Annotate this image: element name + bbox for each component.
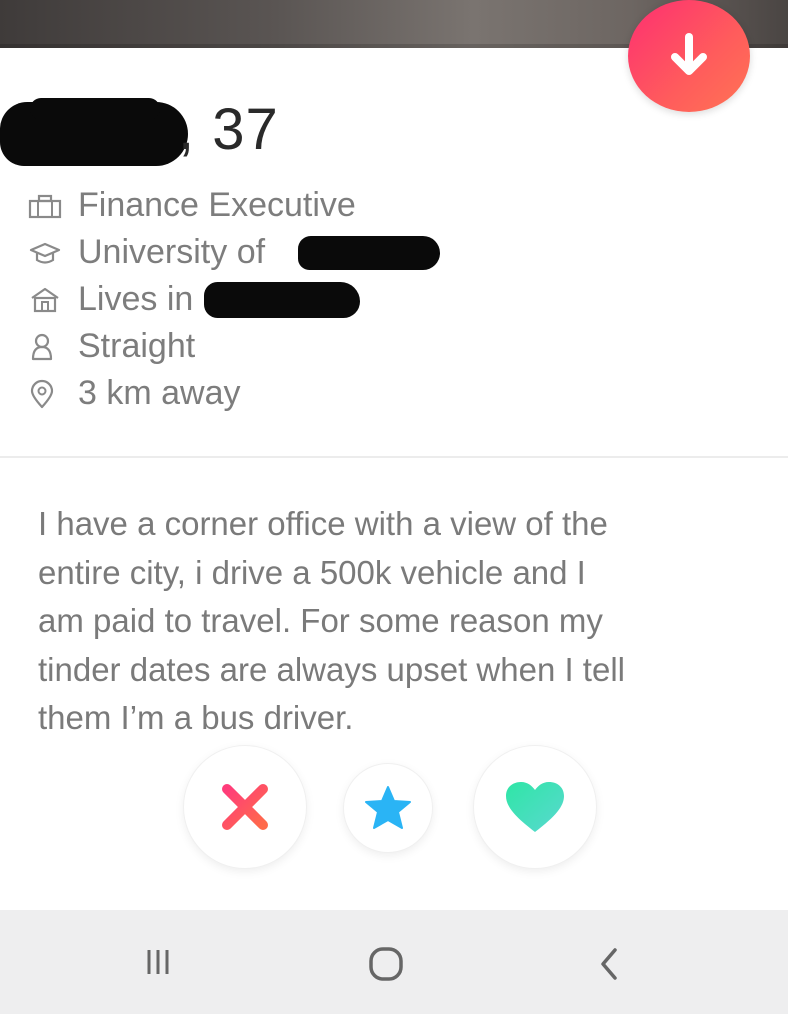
recents-button[interactable] (138, 940, 178, 984)
name-redaction (30, 98, 160, 120)
lives-in: Lives in (78, 280, 194, 318)
home-icon (369, 947, 403, 981)
info-job: Finance Executive (28, 182, 356, 229)
profile-age: , 37 (178, 97, 279, 162)
star-icon (365, 786, 411, 829)
heart-icon (506, 782, 564, 832)
x-icon (222, 784, 268, 830)
bio-line: I have a corner office with a view of th… (38, 505, 608, 542)
recents-icon (147, 950, 169, 974)
city-redaction (204, 282, 360, 318)
person-icon (28, 332, 64, 362)
nope-button[interactable] (184, 746, 306, 868)
briefcase-icon (28, 191, 64, 221)
bio-line: tinder dates are always upset when I tel… (38, 650, 625, 688)
collapse-profile-button[interactable] (628, 0, 750, 112)
location-pin-icon (28, 379, 64, 409)
back-button[interactable] (592, 942, 626, 986)
school-name: University of (78, 233, 266, 271)
like-button[interactable] (474, 746, 596, 868)
graduation-cap-icon (28, 238, 64, 268)
job-title: Finance Executive (78, 186, 356, 224)
back-icon (601, 948, 617, 980)
info-distance: 3 km away (28, 370, 356, 417)
system-nav-bar (0, 910, 788, 1014)
bio-line: them I’m a bus driver. (38, 699, 354, 736)
bio-text: I have a corner office with a view of th… (38, 500, 758, 743)
home-nav-button[interactable] (364, 942, 408, 986)
bio-line: am paid to travel. For some reason my (38, 602, 603, 639)
distance: 3 km away (78, 374, 241, 412)
orientation: Straight (78, 327, 196, 365)
arrow-down-icon (671, 33, 707, 75)
bio-line: entire city, i drive a 500k vehicle and … (38, 553, 586, 591)
section-divider (0, 456, 788, 458)
info-orientation: Straight (28, 323, 356, 370)
school-redaction (298, 236, 440, 270)
super-like-button[interactable] (344, 764, 432, 852)
house-icon (28, 285, 64, 315)
